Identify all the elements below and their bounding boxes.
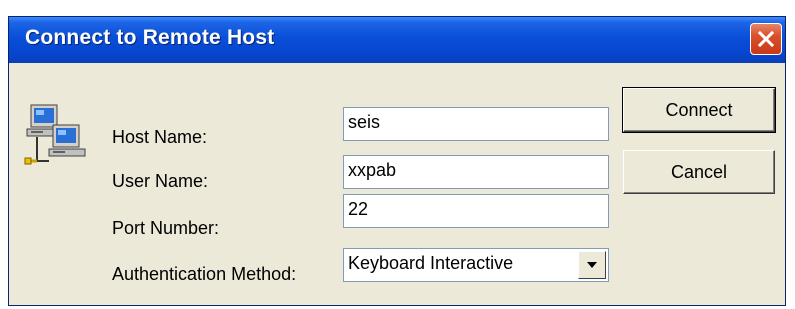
chevron-down-icon: [587, 262, 597, 268]
close-icon: [757, 30, 775, 48]
dialog-body: Host Name: seis User Name: xxpab Port Nu…: [9, 63, 785, 305]
host-name-label: Host Name:: [112, 127, 208, 147]
networked-computers-icon: [24, 104, 86, 165]
connect-button[interactable]: Connect: [622, 87, 776, 133]
cancel-button[interactable]: Cancel: [623, 150, 775, 194]
auth-method-value: Keyboard Interactive: [348, 253, 514, 273]
user-name-input[interactable]: xxpab: [343, 155, 609, 189]
port-number-input[interactable]: 22: [343, 194, 609, 228]
auth-method-select[interactable]: Keyboard Interactive: [343, 248, 609, 282]
port-number-label: Port Number:: [112, 218, 220, 238]
title-bar[interactable]: Connect to Remote Host: [9, 17, 785, 64]
auth-method-dropdown-button[interactable]: [578, 251, 606, 279]
user-name-label: User Name:: [112, 171, 209, 191]
host-name-input[interactable]: seis: [343, 107, 609, 141]
dialog-title: Connect to Remote Host: [25, 26, 275, 49]
close-button[interactable]: [750, 23, 782, 55]
auth-method-label: Authentication Method:: [112, 264, 297, 284]
connect-dialog: Connect to Remote Host Host Name: seis U…: [8, 16, 786, 306]
